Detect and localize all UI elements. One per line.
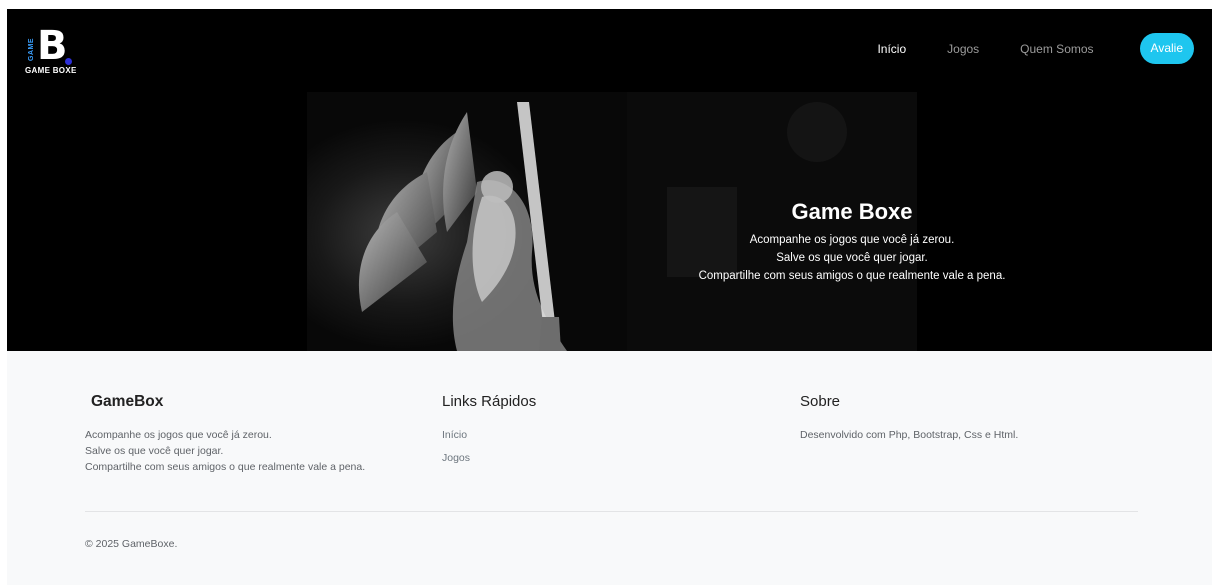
site-footer: GameBox Acompanhe os jogos que você já z… (7, 351, 1212, 585)
logo-name: GAME BOXE (25, 66, 77, 75)
footer-sobre-title: Sobre (800, 393, 841, 410)
footer-links-column: Links Rápidos Início Jogos (442, 393, 536, 473)
nav-link-inicio[interactable]: Início (877, 42, 906, 56)
footer-links-list: Início Jogos (442, 427, 536, 466)
footer-sobre-column: Sobre Desenvolvido com Php, Bootstrap, C… (800, 393, 1018, 443)
nav-link-quem-somos[interactable]: Quem Somos (1020, 42, 1093, 56)
hero-title: Game Boxe (791, 199, 913, 224)
footer-brand-title: GameBox (91, 393, 164, 410)
footer-link-jogos[interactable]: Jogos (442, 450, 536, 466)
hero-line: Salve os que você quer jogar. (776, 252, 928, 264)
hero-section: GAME B GAME BOXE Início Jogos Quem Somos… (7, 9, 1212, 351)
hero-line: Acompanhe os jogos que você já zerou. (749, 234, 955, 246)
hero-line: Compartilhe com seus amigos o que realme… (698, 270, 1006, 282)
footer-sobre-text: Desenvolvido com Php, Bootstrap, Css e H… (800, 429, 1019, 441)
nav-link-jogos[interactable]: Jogos (947, 42, 979, 56)
logo-dot (65, 58, 72, 65)
page: GAME B GAME BOXE Início Jogos Quem Somos… (7, 9, 1212, 585)
hero-text: Game Boxe Acompanhe os jogos que você já… (657, 199, 1047, 285)
footer-about-column: GameBox Acompanhe os jogos que você já z… (85, 393, 365, 475)
footer-about-line: Compartilhe com seus amigos o que realme… (85, 461, 366, 473)
footer-link-inicio[interactable]: Início (442, 427, 536, 443)
copyright-text: © 2025 GameBoxe. (85, 538, 178, 550)
brand-logo[interactable]: GAME B GAME BOXE (24, 23, 94, 77)
avalie-button[interactable]: Avalie (1139, 33, 1194, 64)
footer-about-line: Acompanhe os jogos que você já zerou. (85, 429, 272, 441)
footer-divider (85, 511, 1138, 512)
footer-links-title: Links Rápidos (442, 393, 537, 410)
footer-about-line: Salve os que você quer jogar. (85, 445, 224, 457)
logo-letter: B (37, 23, 68, 69)
main-nav: Início Jogos Quem Somos Avalie (836, 33, 1194, 64)
